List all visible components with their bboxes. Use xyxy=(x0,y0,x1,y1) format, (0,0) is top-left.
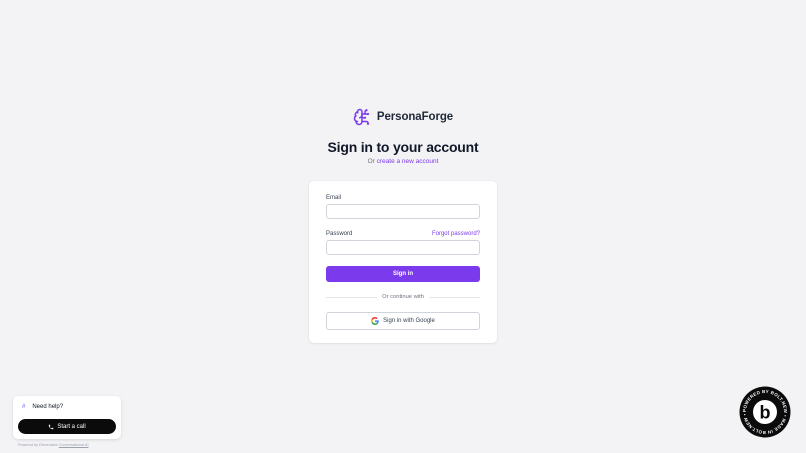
email-field[interactable] xyxy=(326,204,480,219)
brain-logo-icon xyxy=(353,108,370,126)
sign-in-button[interactable]: Sign in xyxy=(326,266,480,282)
forgot-password-link[interactable]: Forgot password? xyxy=(432,231,480,237)
help-title: Need help? xyxy=(32,404,64,410)
start-call-label: Start a call xyxy=(57,423,86,430)
start-call-button[interactable]: Start a call xyxy=(18,419,116,434)
powered-by-footer: Powered by Elevenlabs Conversational AI xyxy=(18,443,89,447)
password-label: Password xyxy=(326,231,353,237)
help-widget: # Need help? Start a call xyxy=(13,396,121,439)
sign-in-card: Email Password Forgot password? Sign in … xyxy=(309,181,497,343)
phone-icon xyxy=(49,424,54,429)
conversational-ai-link[interactable]: Conversational AI xyxy=(59,443,89,447)
page-subtitle: Or create a new account xyxy=(0,158,806,165)
divider: Or continue with xyxy=(326,293,481,301)
google-sign-in-button[interactable]: Sign in with Google xyxy=(326,312,480,330)
email-label: Email xyxy=(326,195,342,201)
divider-line-right xyxy=(428,296,481,298)
subtitle-prefix: Or xyxy=(367,158,375,165)
create-account-link[interactable]: create a new account xyxy=(377,158,439,165)
powered-by-prefix: Powered by Elevenlabs xyxy=(18,443,58,447)
divider-line-left xyxy=(326,296,378,298)
google-button-label: Sign in with Google xyxy=(383,318,435,324)
bolt-badge[interactable]: POWERED BY BOLT.NEW • MADE IN BOLT.NEW •… xyxy=(739,386,791,438)
brand: PersonaForge xyxy=(0,108,806,126)
google-icon xyxy=(371,317,379,325)
page-title: Sign in to your account xyxy=(327,139,479,155)
divider-text: Or continue with xyxy=(382,294,424,300)
brand-name: PersonaForge xyxy=(376,111,454,123)
bolt-logo-icon: b xyxy=(760,403,771,423)
help-widget-header: # Need help? xyxy=(22,404,63,410)
hash-icon: # xyxy=(22,404,26,410)
password-field[interactable] xyxy=(326,240,480,255)
